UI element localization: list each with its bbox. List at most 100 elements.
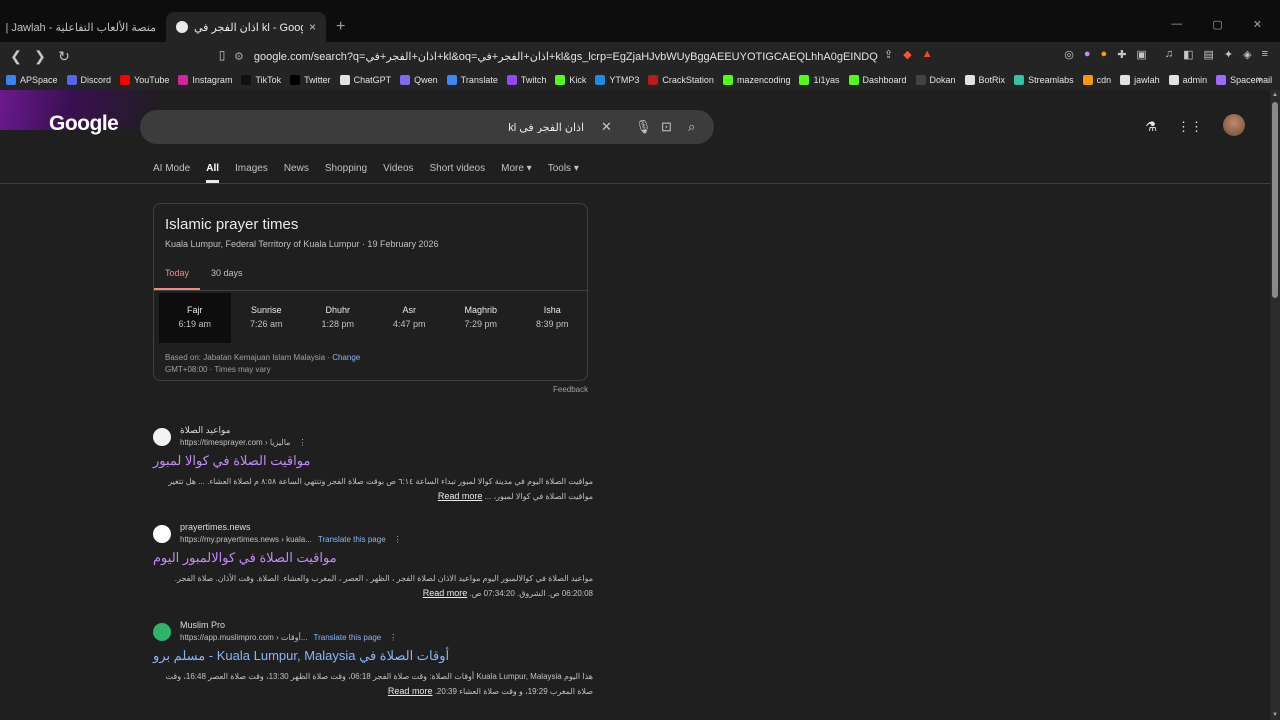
result-site-name[interactable]: prayertimes.news	[180, 522, 251, 532]
google-logo[interactable]: Google	[49, 112, 119, 136]
browser-tab-google-search[interactable]: اذان الفجر في kl - Google Search ×	[166, 12, 326, 42]
bookmark-cdn[interactable]: cdn	[1082, 75, 1111, 85]
bookmark-qwen[interactable]: Qwen	[400, 75, 438, 85]
scroll-down-icon[interactable]: ▼	[1272, 712, 1278, 718]
extensions-icon[interactable]: ✚	[1117, 48, 1126, 61]
leo-ai-icon[interactable]: ✦	[1224, 48, 1233, 61]
scroll-up-icon[interactable]: ▲	[1272, 92, 1278, 98]
clear-search-icon[interactable]: ✕	[601, 119, 612, 135]
bookmark-admin[interactable]: admin	[1168, 75, 1207, 85]
wallet-icon[interactable]: ▤	[1203, 48, 1213, 61]
read-more-link[interactable]: Read more	[438, 491, 483, 501]
search-input[interactable]	[154, 121, 584, 133]
result-site-name[interactable]: مواعيد الصلاة	[180, 425, 230, 436]
close-window-button[interactable]: ✕	[1253, 18, 1262, 31]
voice-search-icon[interactable]: 🎙	[635, 119, 652, 135]
media-icon[interactable]: ♫	[1165, 48, 1173, 61]
screenshot-icon[interactable]: ▣	[1136, 48, 1146, 61]
tab-ai-mode[interactable]: AI Mode	[153, 163, 190, 183]
scrollbar-thumb[interactable]	[1272, 102, 1278, 298]
bookmark-twitter[interactable]: Twitter	[290, 75, 331, 85]
extension-3-icon[interactable]: ●	[1101, 48, 1108, 61]
vpn-icon[interactable]: ◈	[1243, 48, 1251, 61]
tab-tools[interactable]: Tools ▾	[548, 163, 579, 183]
change-method-link[interactable]: Change	[332, 353, 360, 362]
bookmark-translate[interactable]: Translate	[446, 75, 498, 85]
bookmark-dashboard[interactable]: Dashboard	[848, 75, 907, 85]
result-title-link[interactable]: مواقيت الصلاة في كوالالمبور اليوم	[153, 550, 337, 566]
new-tab-button[interactable]: +	[336, 18, 345, 36]
brave-shield-icon[interactable]: ◆	[903, 48, 911, 61]
browser-tab-jawlah[interactable]: جولة | Jawlah - منصة الألعاب التفاعلية	[6, 12, 166, 42]
bookmark-spacemail[interactable]: Spacemail	[1216, 75, 1272, 85]
apps-grid-icon[interactable]: ⋮⋮	[1177, 119, 1203, 135]
maximize-button[interactable]: ▢	[1212, 18, 1222, 31]
lens-search-icon[interactable]: ⊡	[661, 119, 672, 135]
tab-all[interactable]: All	[206, 163, 220, 183]
labs-icon[interactable]: ⚗	[1145, 119, 1157, 135]
tab-shopping[interactable]: Shopping	[325, 163, 367, 183]
bookmark-dokan[interactable]: Dokan	[915, 75, 956, 85]
minimize-button[interactable]: —	[1171, 18, 1182, 31]
bookmark-streamlabs[interactable]: Streamlabs	[1014, 75, 1074, 85]
bookmark-twitch[interactable]: Twitch	[506, 75, 546, 85]
tab-today[interactable]: Today	[165, 268, 189, 278]
close-tab-icon[interactable]: ×	[309, 20, 316, 34]
bookmark-apspace[interactable]: APSpace	[6, 75, 58, 85]
search-box[interactable]: ✕ 🎙 ⊡ ⌕	[140, 110, 714, 144]
menu-icon[interactable]: ≡	[1262, 48, 1268, 61]
search-icon[interactable]: ⌕	[688, 119, 695, 135]
account-avatar[interactable]	[1223, 114, 1245, 136]
tab-30-days[interactable]: 30 days	[211, 268, 243, 278]
page-scrollbar[interactable]: ▲ ▼	[1270, 90, 1280, 720]
tab-short-videos[interactable]: Short videos	[430, 163, 486, 183]
bookmarks-overflow-button[interactable]: »	[1256, 74, 1262, 85]
prayer-slot-fajr[interactable]: Fajr 6:19 am	[159, 293, 231, 343]
translate-page-link[interactable]: Translate this page	[313, 633, 381, 642]
result-options-icon[interactable]: ⋮	[394, 535, 402, 544]
result-options-icon[interactable]: ⋮	[298, 438, 306, 447]
prayer-slot-dhuhr[interactable]: Dhuhr 1:28 pm	[302, 293, 374, 343]
site-info-icon[interactable]: ⚙	[234, 50, 244, 63]
bookmark-ytmp3[interactable]: YTMP3	[595, 75, 639, 85]
bookmark-instagram[interactable]: Instagram	[178, 75, 232, 85]
read-more-link[interactable]: Read more	[423, 588, 468, 598]
result-url[interactable]: https://my.prayertimes.news › kuala... Tr…	[180, 535, 402, 544]
bookmark-botrix[interactable]: BotRix	[964, 75, 1005, 85]
read-more-link[interactable]: Read more	[388, 686, 433, 696]
bookmark-crackstation[interactable]: CrackStation	[648, 75, 714, 85]
reload-icon[interactable]: ↻	[54, 48, 74, 65]
result-options-icon[interactable]: ⋮	[389, 633, 397, 642]
translate-page-link[interactable]: Translate this page	[318, 535, 386, 544]
brave-rewards-icon[interactable]: ▲	[922, 48, 933, 61]
bookmark-mazencoding[interactable]: mazencoding	[722, 75, 790, 85]
extension-2-icon[interactable]: ●	[1084, 48, 1091, 61]
bookmark-discord[interactable]: Discord	[66, 75, 111, 85]
back-icon[interactable]: ❮	[6, 48, 26, 65]
bookmark-jawlah[interactable]: jawlah	[1120, 75, 1160, 85]
tab-more[interactable]: More ▾	[501, 163, 532, 183]
prayer-slot-isha[interactable]: Isha 8:39 pm	[517, 293, 589, 343]
prayer-slot-sunrise[interactable]: Sunrise 7:26 am	[231, 293, 303, 343]
bookmark-chatgpt[interactable]: ChatGPT	[339, 75, 391, 85]
tab-images[interactable]: Images	[235, 163, 268, 183]
tab-news[interactable]: News	[284, 163, 309, 183]
bookmark-kick[interactable]: Kick	[555, 75, 586, 85]
tab-videos[interactable]: Videos	[383, 163, 413, 183]
result-title-link[interactable]: مواقيت الصلاة في كوالا لمبور	[153, 453, 310, 469]
bookmark-tiktok[interactable]: TikTok	[241, 75, 281, 85]
result-url[interactable]: https://app.muslimpro.com › أوقات... Tran…	[180, 633, 397, 642]
address-bar[interactable]: ⚙ google.com/search?q=اذان+الفجر+في+kl&o…	[228, 42, 878, 70]
share-icon[interactable]: ⇪	[884, 48, 893, 61]
prayer-slot-maghrib[interactable]: Maghrib 7:29 pm	[445, 293, 517, 343]
feedback-link[interactable]: Feedback	[553, 385, 588, 394]
bookmark-youtube[interactable]: YouTube	[120, 75, 169, 85]
extension-1-icon[interactable]: ◎	[1064, 48, 1074, 61]
result-site-name[interactable]: Muslim Pro	[180, 620, 225, 630]
result-title-link[interactable]: أوقات الصلاة في Kuala Lumpur, Malaysia -…	[153, 648, 449, 664]
prayer-slot-asr[interactable]: Asr 4:47 pm	[374, 293, 446, 343]
forward-icon[interactable]: ❯	[30, 48, 50, 65]
sidebar-icon[interactable]: ◧	[1183, 48, 1193, 61]
bookmark-1i1yas[interactable]: 1i1yas	[799, 75, 840, 85]
result-url[interactable]: https://timesprayer.com › ماليزيا ⋮	[180, 438, 306, 447]
